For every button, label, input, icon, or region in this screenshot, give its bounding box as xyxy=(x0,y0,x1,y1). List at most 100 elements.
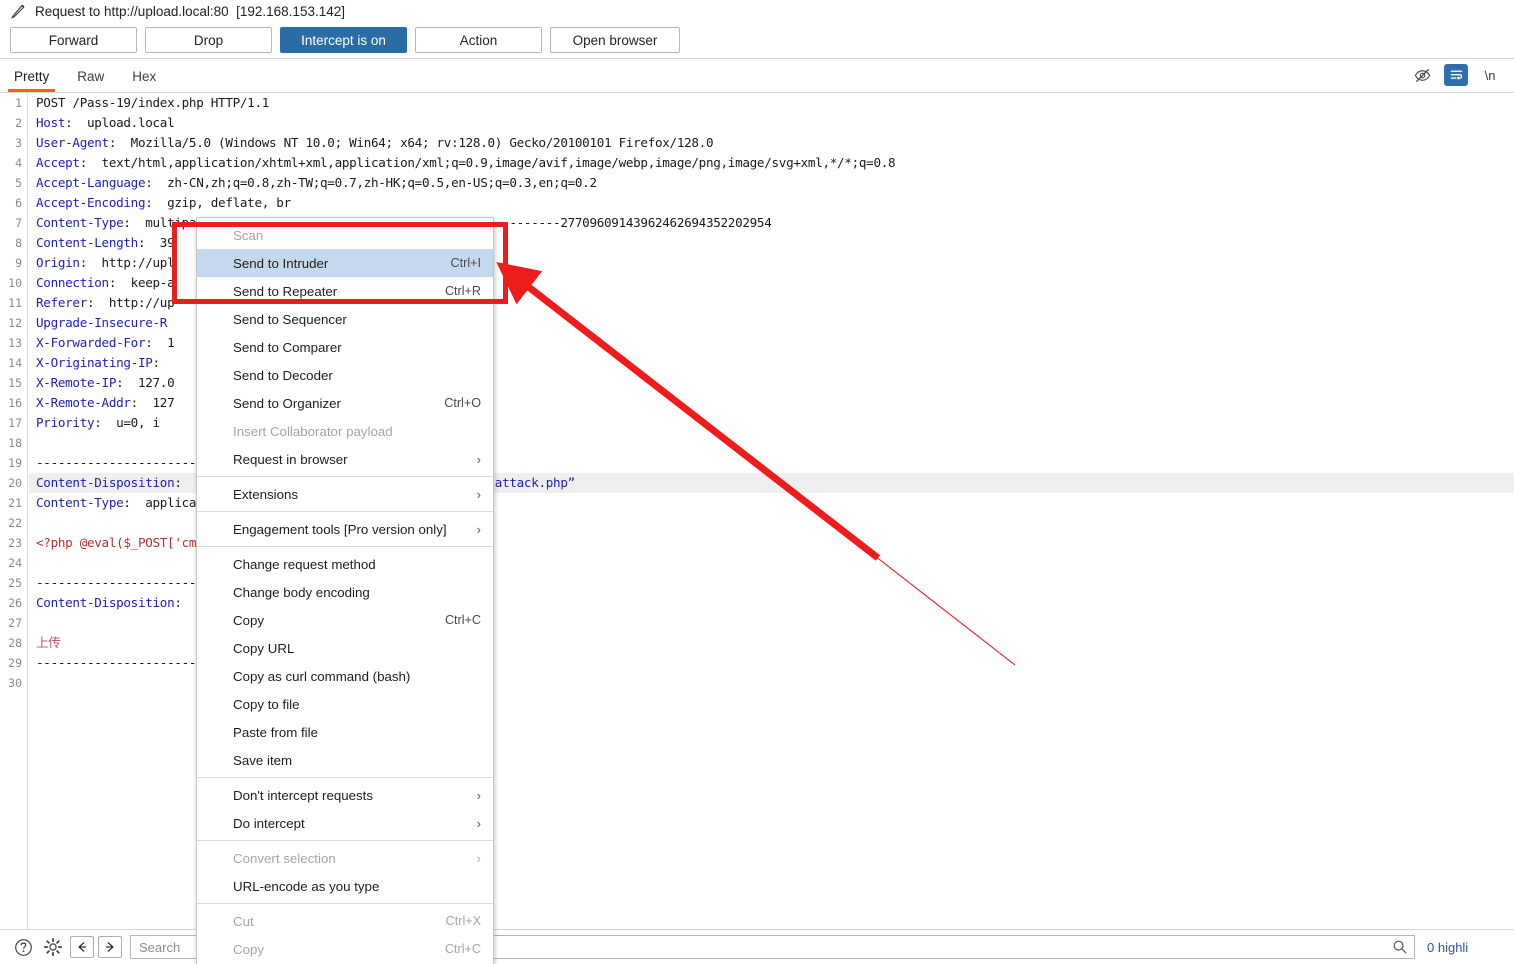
code-segment: Connection xyxy=(36,275,109,290)
menu-item-send-to-sequencer[interactable]: Send to Sequencer xyxy=(197,305,493,333)
context-menu[interactable]: Scan Send to Intruder Ctrl+I Send to Repeat… xyxy=(196,217,494,964)
menu-item-label: Insert Collaborator payload xyxy=(233,423,393,439)
code-segment: Content-Type xyxy=(36,215,124,230)
menu-item-send-to-repeater[interactable]: Send to Repeater Ctrl+R xyxy=(197,277,493,305)
menu-item-scan: Scan xyxy=(197,221,493,249)
line-number: 5 xyxy=(15,176,22,190)
menu-item-send-to-intruder[interactable]: Send to Intruder Ctrl+I xyxy=(197,249,493,277)
line-number: 14 xyxy=(8,356,22,370)
menu-item-label: Copy xyxy=(233,941,265,957)
code-segment: X-Remote-IP xyxy=(36,375,117,390)
code-segment: Accept-Encoding xyxy=(36,195,146,210)
code-line[interactable]: Accept-Language: zh-CN,zh;q=0.8,zh-TW;q=… xyxy=(29,173,1514,193)
menu-item-label: Extensions xyxy=(233,486,299,502)
forward-button[interactable]: Forward xyxy=(10,27,137,53)
wrap-lines-icon[interactable] xyxy=(1444,64,1468,86)
search-forward-button[interactable] xyxy=(98,936,122,958)
menu-item-copy-url[interactable]: Copy URL xyxy=(197,634,493,662)
open-browser-button[interactable]: Open browser xyxy=(550,27,680,53)
line-number: 2 xyxy=(15,116,22,130)
menu-item-label: URL-encode as you type xyxy=(233,878,380,894)
line-number: 8 xyxy=(15,236,22,250)
menu-item-don-t-intercept-requests[interactable]: Don't intercept requests › xyxy=(197,781,493,809)
chevron-right-icon: › xyxy=(476,850,481,866)
message-view-tabs: Pretty Raw Hex \n xyxy=(0,60,1514,92)
menu-item-copy-to-file[interactable]: Copy to file xyxy=(197,690,493,718)
menu-item-send-to-decoder[interactable]: Send to Decoder xyxy=(197,361,493,389)
tab-hex[interactable]: Hex xyxy=(118,69,170,92)
magnifier-icon[interactable] xyxy=(1392,939,1408,955)
line-number: 24 xyxy=(8,556,22,570)
menu-item-copy-as-curl-command-bash[interactable]: Copy as curl command (bash) xyxy=(197,662,493,690)
code-segment: X-Remote-Addr xyxy=(36,395,131,410)
action-button[interactable]: Action xyxy=(415,27,542,53)
code-segment: : text/html,application/xhtml+xml,applic… xyxy=(79,155,896,170)
titlebar: Request to http://upload.local:80 [192.1… xyxy=(0,0,1514,22)
gear-icon[interactable] xyxy=(40,935,66,959)
menu-item-copy: Copy Ctrl+C xyxy=(197,935,493,963)
request-title: Request to http://upload.local:80 [192.1… xyxy=(35,3,345,19)
search-back-button[interactable] xyxy=(70,936,94,958)
menu-separator xyxy=(197,476,493,477)
menu-item-paste-from-file[interactable]: Paste from file xyxy=(197,718,493,746)
menu-item-label: Do intercept xyxy=(233,815,305,831)
menu-item-send-to-organizer[interactable]: Send to Organizer Ctrl+O xyxy=(197,389,493,417)
drop-button[interactable]: Drop xyxy=(145,27,272,53)
menu-separator xyxy=(197,777,493,778)
code-line[interactable]: Accept-Encoding: gzip, deflate, br xyxy=(29,193,1514,213)
line-number: 13 xyxy=(8,336,22,350)
code-segment: : u=0, i xyxy=(94,415,160,430)
menu-separator xyxy=(197,840,493,841)
menu-separator xyxy=(197,903,493,904)
code-segment: Host xyxy=(36,115,66,130)
code-line[interactable]: Host: upload.local xyxy=(29,113,1514,133)
line-number: 19 xyxy=(8,456,22,470)
menu-item-label: Copy as curl command (bash) xyxy=(233,668,411,684)
menu-item-change-request-method[interactable]: Change request method xyxy=(197,550,493,578)
line-number: 12 xyxy=(8,316,22,330)
menu-item-change-body-encoding[interactable]: Change body encoding xyxy=(197,578,493,606)
newline-icon[interactable]: \n xyxy=(1478,64,1502,86)
menu-item-label: Engagement tools [Pro version only] xyxy=(233,521,447,537)
menu-item-shortcut: Ctrl+C xyxy=(444,613,481,627)
menu-item-send-to-comparer[interactable]: Send to Comparer xyxy=(197,333,493,361)
code-segment: : keep-a xyxy=(108,275,175,290)
tab-pretty[interactable]: Pretty xyxy=(0,69,63,92)
line-number: 28 xyxy=(8,636,22,650)
tab-raw[interactable]: Raw xyxy=(63,69,118,92)
code-segment: : xyxy=(152,355,161,370)
code-segment: : 127 xyxy=(130,395,175,410)
line-number: 9 xyxy=(15,256,22,270)
code-line[interactable]: Accept: text/html,application/xhtml+xml,… xyxy=(29,153,1514,173)
menu-item-shortcut: Ctrl+X xyxy=(445,914,481,928)
menu-item-label: Request in browser xyxy=(233,451,348,467)
menu-item-request-in-browser[interactable]: Request in browser › xyxy=(197,445,493,473)
line-number: 17 xyxy=(8,416,22,430)
menu-item-copy[interactable]: Copy Ctrl+C xyxy=(197,606,493,634)
menu-item-label: Send to Repeater xyxy=(233,283,338,299)
code-line[interactable]: POST /Pass-19/index.php HTTP/1.1 xyxy=(29,93,1514,113)
action-button-row: Forward Drop Intercept is on Action Open… xyxy=(0,24,1514,56)
menu-item-extensions[interactable]: Extensions › xyxy=(197,480,493,508)
code-line[interactable]: User-Agent: Mozilla/5.0 (Windows NT 10.0… xyxy=(29,133,1514,153)
menu-item-do-intercept[interactable]: Do intercept › xyxy=(197,809,493,837)
line-number: 20 xyxy=(8,476,22,490)
newline-label: \n xyxy=(1484,67,1496,83)
menu-item-engagement-tools-pro-version-only[interactable]: Engagement tools [Pro version only] › xyxy=(197,515,493,543)
menu-item-save-item[interactable]: Save item xyxy=(197,746,493,774)
code-segment: : Mozilla/5.0 (Windows NT 10.0; Win64; x… xyxy=(108,135,714,150)
line-number: 6 xyxy=(15,196,22,210)
eye-slash-icon[interactable] xyxy=(1410,64,1434,86)
code-segment: User-Agent xyxy=(36,135,109,150)
menu-item-label: Cut xyxy=(233,913,254,929)
menu-separator xyxy=(197,511,493,512)
toolbar-divider xyxy=(0,58,1514,59)
intercept-toggle-button[interactable]: Intercept is on xyxy=(280,27,407,53)
help-icon[interactable] xyxy=(10,935,36,959)
chevron-right-icon: › xyxy=(476,486,481,502)
burp-intercept-window: Request to http://upload.local:80 [192.1… xyxy=(0,0,1514,964)
line-number: 4 xyxy=(15,156,22,170)
menu-item-label: Send to Intruder xyxy=(233,255,329,271)
menu-item-label: Copy to file xyxy=(233,696,300,712)
menu-item-url-encode-as-you-type[interactable]: URL-encode as you type xyxy=(197,872,493,900)
